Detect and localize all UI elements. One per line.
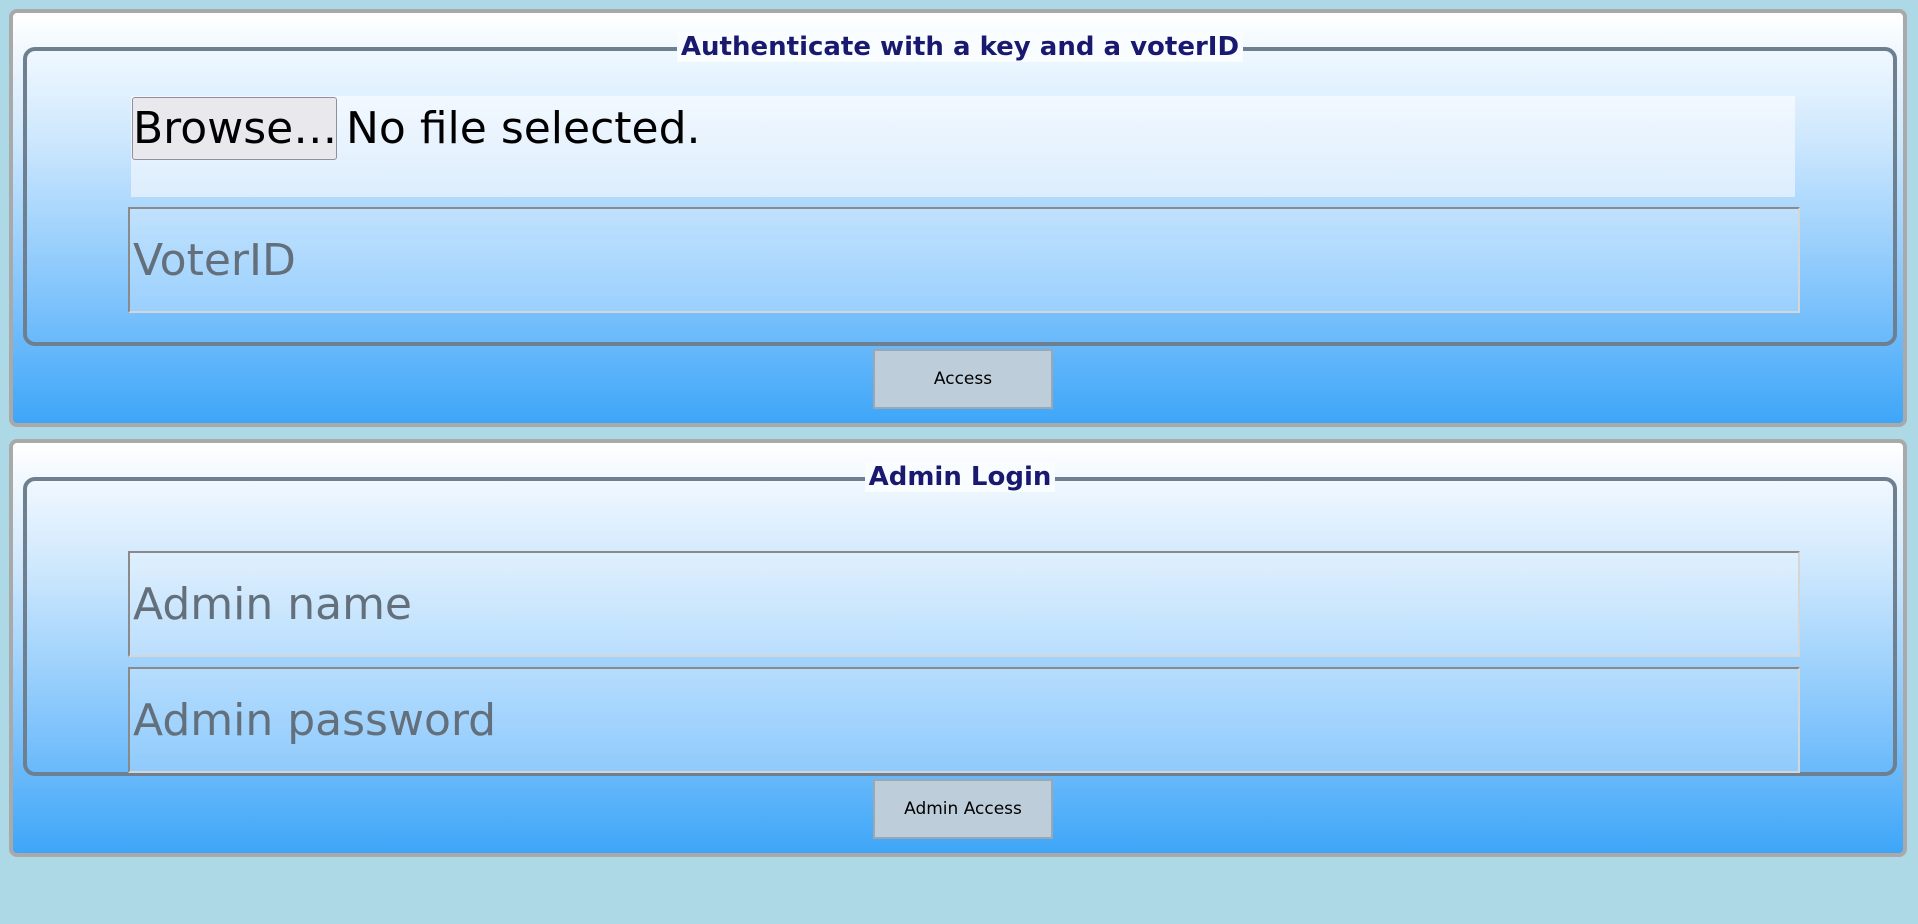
key-auth-panel: Authenticate with a key and a voterID Br…	[9, 9, 1907, 427]
key-file-input[interactable]: Browse… No file selected.	[131, 96, 1795, 197]
admin-login-panel: Admin Login Admin Access	[9, 439, 1907, 857]
admin-access-button[interactable]: Admin Access	[873, 779, 1053, 839]
browse-button[interactable]: Browse…	[132, 97, 337, 160]
voter-id-input[interactable]	[128, 207, 1800, 313]
admin-password-input[interactable]	[128, 667, 1800, 773]
admin-login-fieldset: Admin Login	[23, 462, 1897, 776]
admin-login-legend: Admin Login	[864, 462, 1056, 492]
admin-name-input[interactable]	[128, 551, 1800, 657]
access-button[interactable]: Access	[873, 349, 1053, 409]
key-auth-fieldset: Authenticate with a key and a voterID Br…	[23, 32, 1897, 346]
key-auth-legend: Authenticate with a key and a voterID	[676, 32, 1244, 62]
file-status-text: No file selected.	[346, 103, 701, 154]
